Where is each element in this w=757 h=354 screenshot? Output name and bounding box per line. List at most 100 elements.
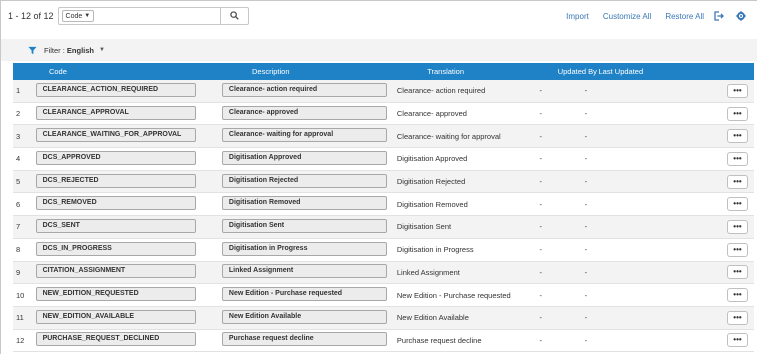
description-value: New Edition - Purchase requested (221, 287, 387, 302)
translation-value: Digitisation Approved (396, 154, 468, 164)
description-cell: New Edition - Purchase requested (198, 287, 387, 303)
row-actions: ••• (727, 174, 754, 189)
table-row: 12 PURCHASE_REQUEST_DECLINED Purchase re… (13, 329, 754, 353)
code-value: DCS_SENT (35, 218, 196, 233)
updated-by-value: - (539, 177, 542, 187)
row-number: 4 (16, 154, 21, 164)
last-updated-value: - (584, 313, 588, 323)
row-number: 6 (16, 199, 21, 209)
code-cell: NEW_EDITION_AVAILABLE (34, 309, 198, 326)
row-actions-button[interactable]: ••• (727, 151, 748, 166)
description-cell: Digitisation Sent (198, 218, 387, 235)
search-scope-dropdown[interactable]: Code ▼ (61, 10, 95, 22)
code-cell: CITATION_ASSIGNMENT (34, 264, 198, 280)
translation-value: Digitisation Sent (396, 222, 452, 232)
language-filter[interactable]: Filter : English (44, 46, 94, 55)
restore-all-link[interactable]: Restore All (665, 12, 704, 21)
toolbar-actions: Import Customize All Restore All (566, 1, 757, 31)
row-number: 8 (16, 245, 21, 255)
last-updated-value: - (584, 109, 588, 119)
caret-down-icon: ▼ (84, 13, 91, 19)
results-count: 1 - 12 of 12 (8, 11, 54, 21)
table-row: 10 NEW_EDITION_REQUESTED New Edition - P… (13, 284, 754, 307)
row-actions: ••• (727, 219, 754, 234)
translation-value: Digitisation Removed (396, 199, 468, 209)
translation-value: New Edition - Purchase requested (396, 290, 511, 300)
row-actions-button[interactable]: ••• (727, 219, 748, 234)
updated-by-value: - (539, 335, 542, 345)
row-actions-button[interactable]: ••• (727, 242, 748, 257)
updated-by-value: - (539, 154, 542, 164)
header-translation[interactable]: Translation (412, 67, 546, 76)
code-value: CLEARANCE_APPROVAL (35, 105, 196, 120)
row-actions-button[interactable]: ••• (727, 83, 748, 98)
translation-value: Clearance- action required (396, 86, 486, 96)
updated-by-value: - (539, 199, 542, 209)
row-actions: ••• (727, 83, 754, 98)
search-input[interactable] (96, 8, 221, 24)
row-actions: ••• (727, 242, 754, 257)
description-value: Digitisation Rejected (221, 173, 387, 188)
row-actions: ••• (727, 265, 754, 280)
row-number: 5 (16, 177, 21, 187)
search-icon (229, 10, 239, 22)
code-value: CITATION_ASSIGNMENT (35, 264, 196, 279)
row-number: 11 (16, 313, 24, 323)
header-code[interactable]: Code (35, 67, 213, 76)
code-cell: NEW_EDITION_REQUESTED (34, 287, 198, 303)
translation-value: Purchase request decline (396, 335, 482, 345)
row-number: 1 (16, 86, 21, 96)
row-actions: ••• (727, 151, 754, 166)
row-actions-button[interactable]: ••• (727, 106, 748, 121)
code-cell: PURCHASE_REQUEST_DECLINED (34, 332, 198, 348)
code-value: CLEARANCE_ACTION_REQUIRED (35, 82, 196, 97)
header-last-updated[interactable]: Last Updated (598, 67, 754, 76)
description-cell: Digitisation in Progress (198, 241, 387, 258)
row-actions-button[interactable]: ••• (727, 310, 748, 325)
updated-by-value: - (539, 313, 542, 323)
description-cell: Digitisation Rejected (198, 173, 387, 190)
header-updated-by[interactable]: Updated By (546, 67, 598, 76)
description-value: Clearance- waiting for approval (221, 128, 387, 143)
import-link[interactable]: Import (566, 12, 589, 21)
code-value: DCS_IN_PROGRESS (35, 241, 196, 256)
translation-value: Clearance- waiting for approval (396, 131, 501, 141)
caret-down-icon[interactable]: ▼ (99, 47, 105, 53)
row-actions-button[interactable]: ••• (727, 129, 748, 144)
table-row: 1 CLEARANCE_ACTION_REQUIRED Clearance- a… (13, 80, 754, 103)
translation-value: Digitisation in Progress (396, 245, 474, 255)
filter-icon[interactable] (28, 46, 37, 55)
row-number: 12 (16, 335, 25, 345)
row-actions: ••• (727, 197, 754, 212)
description-value: Clearance- approved (221, 105, 387, 120)
updated-by-value: - (539, 109, 542, 119)
row-actions-button[interactable]: ••• (727, 288, 748, 303)
row-actions-button[interactable]: ••• (727, 333, 748, 348)
search-box: Code ▼ (57, 7, 249, 25)
code-cell: DCS_SENT (34, 218, 198, 235)
row-actions: ••• (727, 333, 754, 348)
translation-value: Linked Assignment (396, 267, 460, 277)
search-button[interactable] (221, 8, 248, 24)
row-actions-button[interactable]: ••• (727, 265, 748, 280)
description-value: Purchase request decline (221, 332, 387, 347)
filter-label: Filter : (44, 45, 67, 55)
row-actions-button[interactable]: ••• (727, 174, 748, 189)
updated-by-value: - (539, 222, 542, 232)
export-icon[interactable] (714, 11, 724, 21)
code-table-page: 1 - 12 of 12 Code ▼ Import Customize All… (0, 0, 757, 354)
updated-by-value: - (539, 131, 542, 141)
table-row: 8 DCS_IN_PROGRESS Digitisation in Progre… (13, 238, 754, 262)
code-value: CLEARANCE_WAITING_FOR_APPROVAL (35, 128, 196, 143)
row-actions-button[interactable]: ••• (727, 197, 748, 212)
table-row: 4 DCS_APPROVED Digitisation Approved Dig… (13, 148, 754, 171)
description-cell: New Edition Available (198, 309, 387, 326)
translation-value: New Edition Available (396, 313, 469, 323)
table-body: 1 CLEARANCE_ACTION_REQUIRED Clearance- a… (13, 80, 754, 353)
code-value: PURCHASE_REQUEST_DECLINED (35, 332, 196, 347)
description-value: Digitisation Sent (221, 218, 387, 233)
gear-icon[interactable] (736, 11, 746, 21)
header-description[interactable]: Description (213, 67, 412, 76)
customize-all-link[interactable]: Customize All (603, 12, 651, 21)
last-updated-value: - (584, 86, 588, 96)
